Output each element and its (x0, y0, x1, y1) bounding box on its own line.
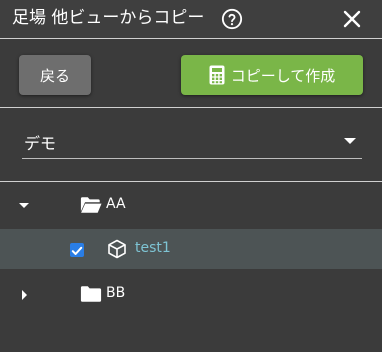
tree-node-bb[interactable]: BB (0, 275, 382, 315)
folder-open-icon (80, 197, 102, 213)
dialog-header: 足場 他ビューからコピー (0, 0, 382, 39)
tree-node-label: AA (106, 196, 126, 212)
calculator-icon (209, 65, 225, 85)
folder-icon (80, 286, 102, 302)
action-toolbar: 戻る コピーして作成 (0, 39, 382, 108)
tree-node-test1[interactable]: test1 (0, 229, 382, 269)
close-icon[interactable] (342, 9, 362, 29)
tree-node-label[interactable]: test1 (135, 240, 171, 256)
copy-and-create-button[interactable]: コピーして作成 (181, 55, 363, 95)
test1-checkbox[interactable] (70, 243, 84, 257)
back-button[interactable]: 戻る (19, 55, 91, 95)
dropdown-arrow-icon[interactable] (344, 138, 356, 144)
cube-model-icon (108, 239, 126, 259)
expand-arrow-icon[interactable] (22, 290, 27, 300)
section-divider (0, 181, 382, 182)
checkmark-icon (71, 246, 83, 255)
tree-node-aa[interactable]: AA (0, 186, 382, 226)
view-select-value: デモ (24, 134, 57, 153)
help-circle-icon[interactable] (221, 8, 243, 30)
copy-and-create-label: コピーして作成 (230, 66, 336, 85)
dialog-title: 足場 他ビューからコピー (12, 8, 205, 28)
view-select[interactable]: デモ (22, 126, 362, 159)
collapse-arrow-icon[interactable] (19, 203, 29, 208)
tree-node-label: BB (106, 285, 126, 301)
